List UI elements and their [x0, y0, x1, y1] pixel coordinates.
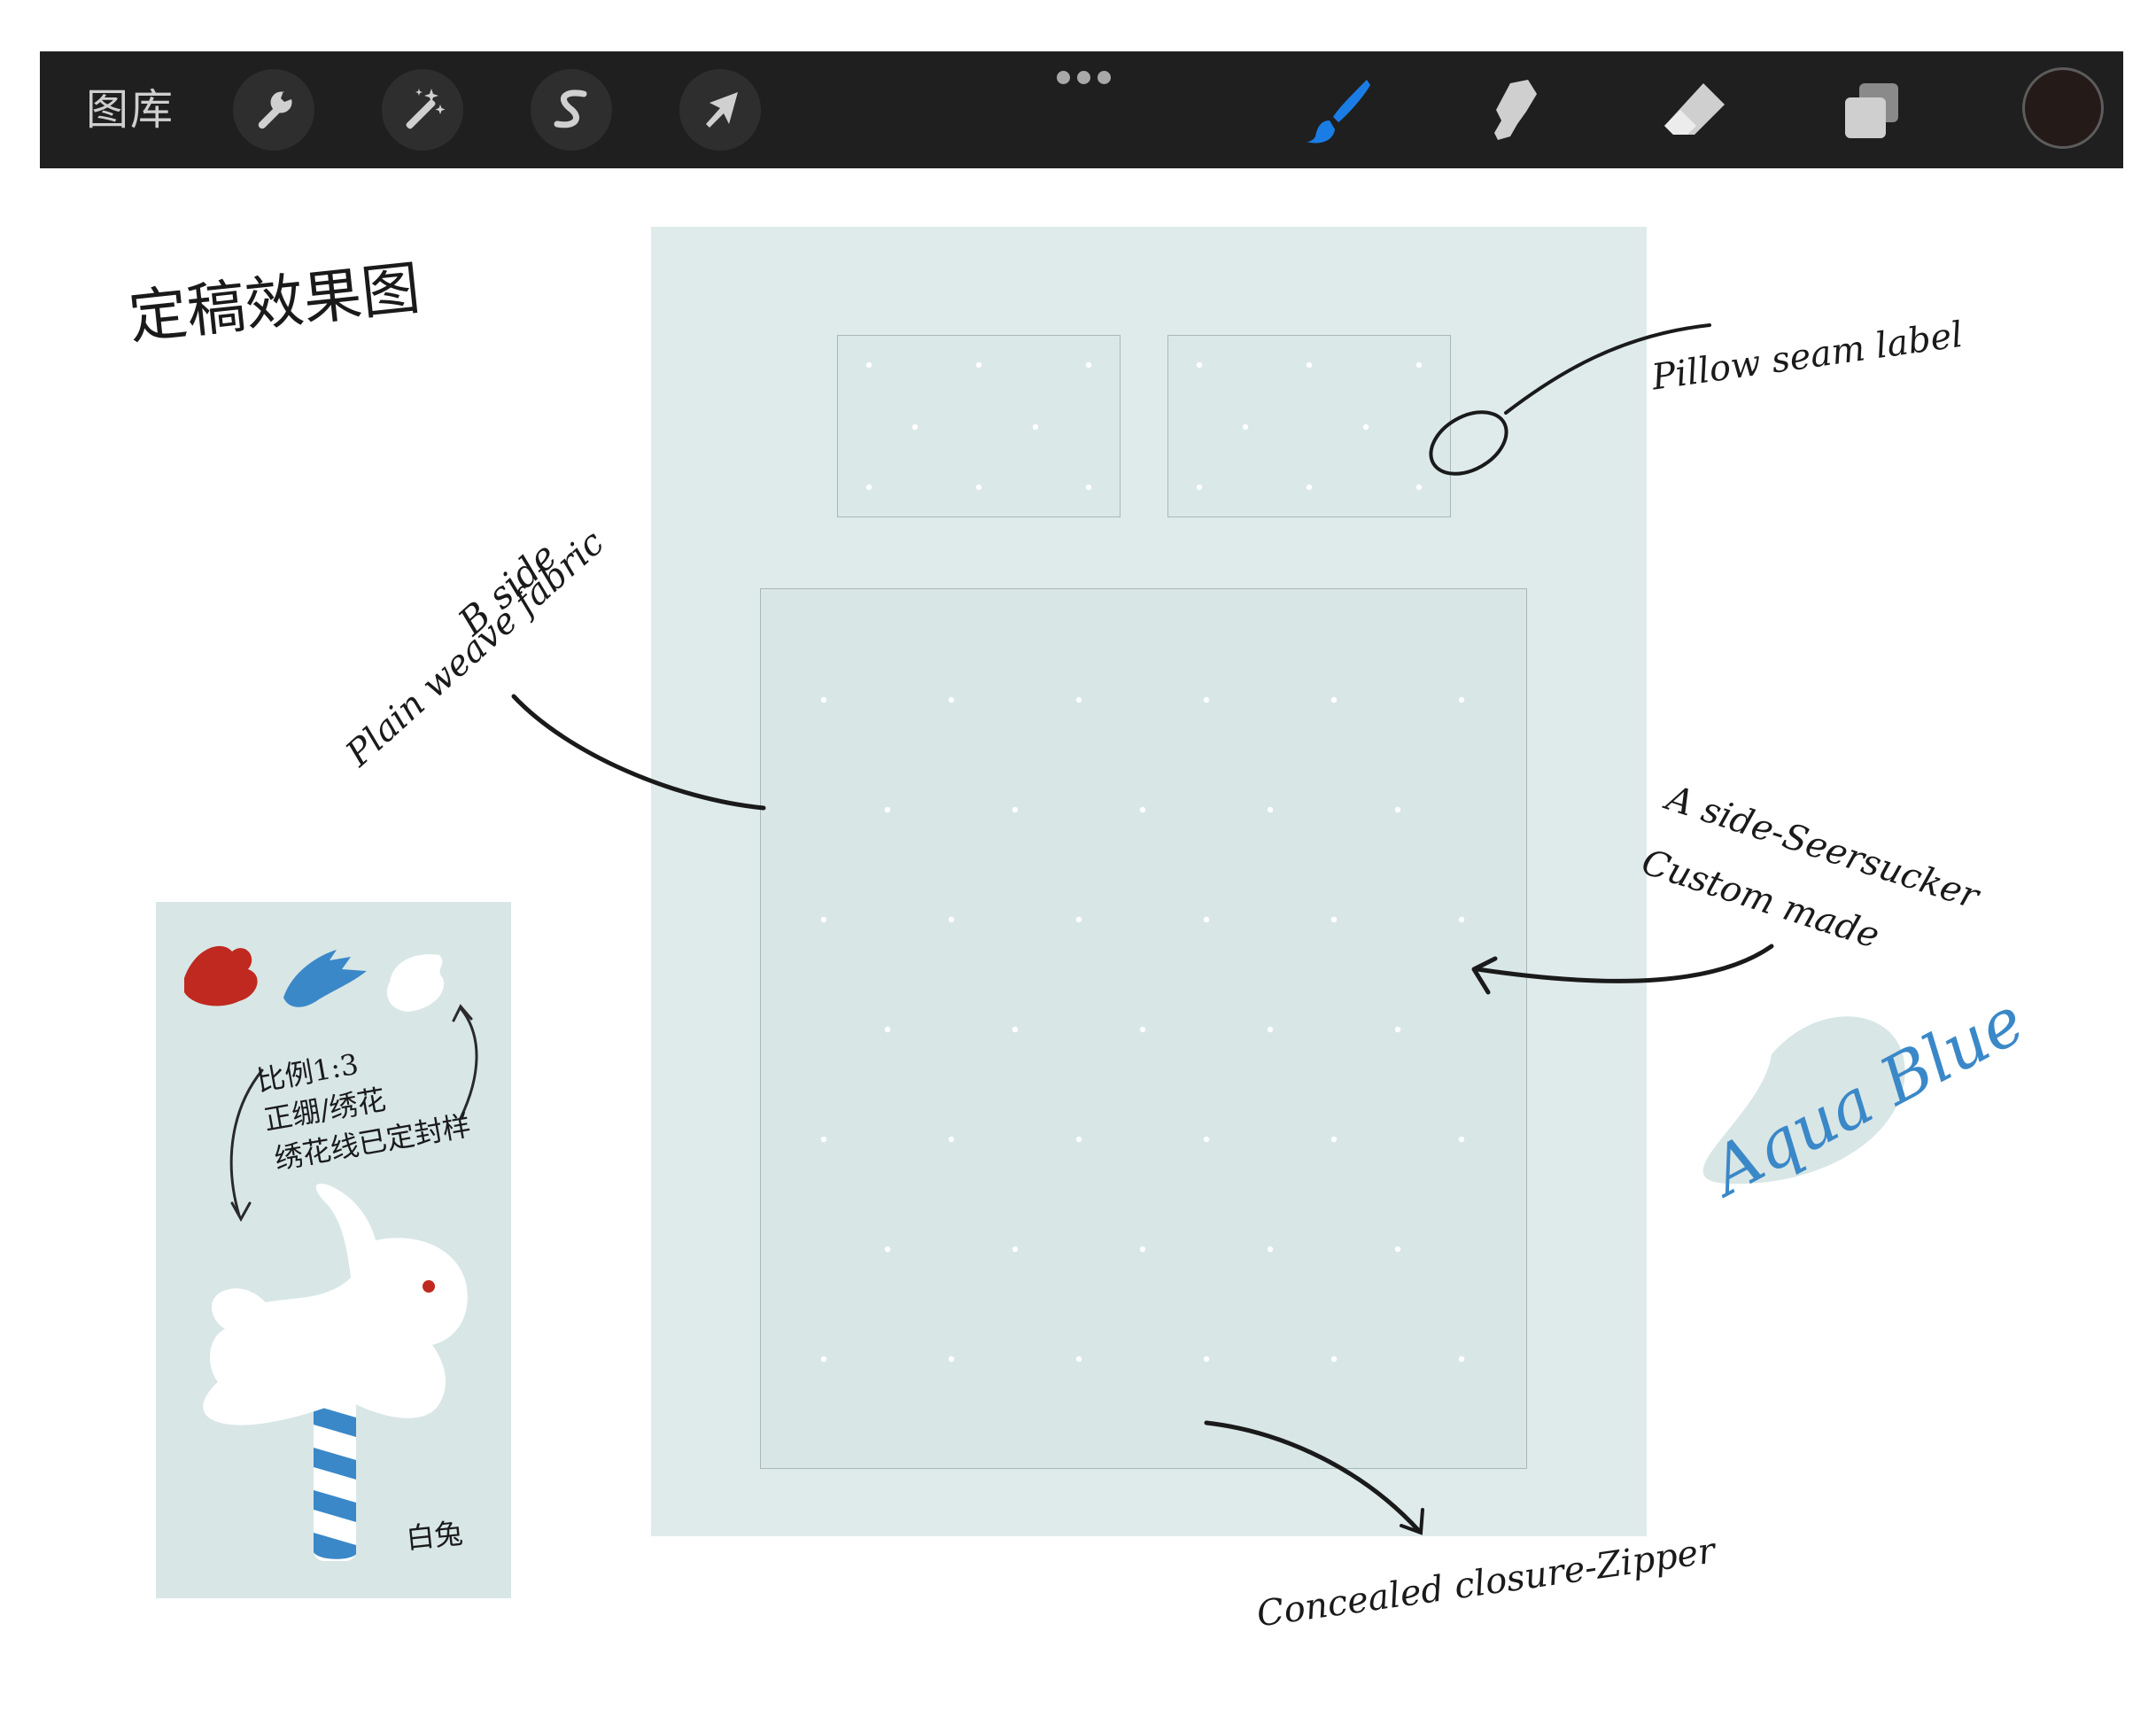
white-color-scribble	[386, 954, 445, 1012]
a-side-arrow-head	[1471, 956, 1498, 995]
swatch-caption-white-rabbit: 白兔	[404, 1516, 465, 1556]
left-arrow-head	[230, 1201, 252, 1223]
left-curved-arrow	[229, 1068, 264, 1217]
a-side-arrow-line	[1475, 944, 1774, 983]
right-curved-arrow	[459, 1006, 478, 1120]
rabbit-eye	[423, 1280, 435, 1293]
white-rabbit-illustration	[203, 1184, 468, 1561]
closure-arrow-line	[1204, 1420, 1422, 1534]
seam-label-circle	[1429, 410, 1508, 476]
blue-color-scribble	[283, 950, 367, 1007]
red-color-scribble	[184, 945, 258, 1006]
b-side-leader-line	[511, 694, 766, 811]
